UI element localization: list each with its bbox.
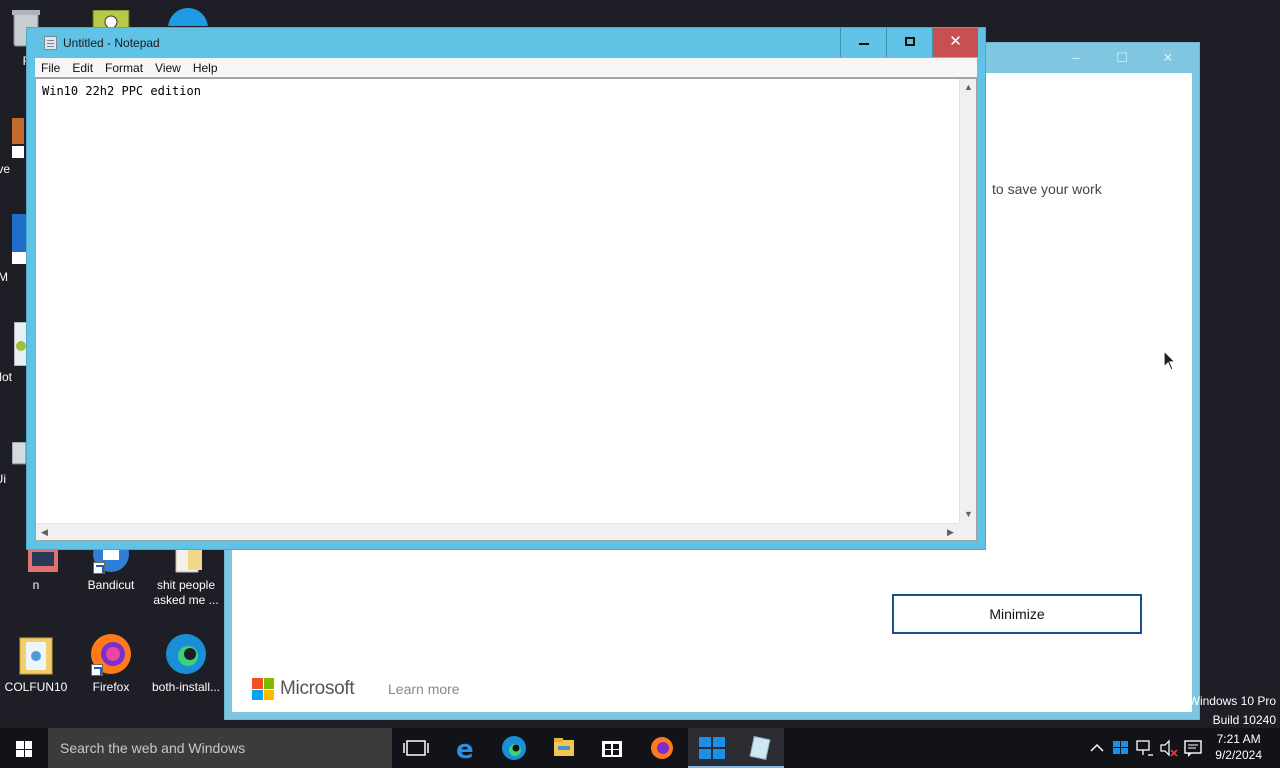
- monitor-icon: [11, 441, 27, 468]
- menu-format[interactable]: Format: [105, 61, 143, 75]
- action-center-icon: [1184, 740, 1202, 757]
- minimize-icon: [859, 43, 869, 45]
- task-view-button[interactable]: [392, 728, 440, 768]
- task-view-icon: [403, 740, 429, 756]
- tray-volume[interactable]: [1158, 728, 1180, 768]
- microsoft-logo: Microsoft: [252, 677, 355, 701]
- document-icon: [164, 547, 208, 574]
- maximize-button[interactable]: [886, 28, 932, 57]
- notepad-titlebar[interactable]: Untitled - Notepad ✕: [27, 28, 985, 58]
- desktop-icon-label: both-install...: [151, 680, 221, 694]
- notepad-icon: [749, 735, 771, 761]
- minimize-button[interactable]: Minimize: [892, 594, 1142, 634]
- edge-icon: [164, 632, 208, 676]
- tray-action-center[interactable]: [1182, 728, 1204, 768]
- taskbar-ie-edge[interactable]: e: [442, 728, 490, 768]
- scroll-down-icon[interactable]: ▼: [960, 506, 977, 523]
- taskbar-file-explorer[interactable]: [540, 728, 588, 768]
- save-work-text: to save your work: [992, 181, 1102, 197]
- store-icon: [602, 741, 622, 757]
- edge-icon: [502, 736, 526, 760]
- search-box[interactable]: Search the web and Windows: [48, 728, 392, 768]
- menu-edit[interactable]: Edit: [72, 61, 93, 75]
- firefox-icon: [89, 632, 133, 676]
- tray-windows-app[interactable]: [1110, 728, 1132, 768]
- folder-icon: [554, 738, 574, 756]
- svg-text:e: e: [456, 735, 474, 765]
- horizontal-scrollbar[interactable]: ◀ ▶: [36, 523, 959, 540]
- background-minimize-button[interactable]: ‒: [1053, 43, 1099, 73]
- chevron-up-icon: [1090, 743, 1104, 752]
- taskbar-store[interactable]: [588, 728, 636, 768]
- close-button[interactable]: ✕: [932, 28, 978, 57]
- desktop-icon-bandicut[interactable]: Bandicut: [73, 536, 149, 593]
- folder-icon: [14, 632, 58, 676]
- scroll-right-icon[interactable]: ▶: [942, 524, 959, 541]
- volume-muted-icon: [1160, 739, 1178, 757]
- minimize-button[interactable]: [840, 28, 886, 57]
- menu-help[interactable]: Help: [193, 61, 218, 75]
- taskbar-edge[interactable]: [490, 728, 538, 768]
- clock-date: 9/2/2024: [1215, 748, 1262, 762]
- microsoft-squares-icon: [252, 678, 274, 700]
- menu-file[interactable]: File: [41, 61, 60, 75]
- desktop-icon-label: n: [32, 578, 40, 592]
- windows-tiles-icon: [1113, 741, 1128, 754]
- tray-network[interactable]: [1134, 728, 1156, 768]
- scroll-up-icon[interactable]: ▲: [960, 79, 977, 96]
- windows-watermark-build: Build 10240: [1212, 713, 1276, 727]
- desktop-icon-both-install[interactable]: both-install...: [148, 632, 224, 695]
- desktop-icon-firefox[interactable]: Firefox: [73, 632, 149, 695]
- windows-logo-icon: [16, 741, 32, 757]
- mouse-cursor-icon: [1163, 349, 1177, 375]
- close-icon: ✕: [949, 33, 962, 50]
- desktop-icon-colfun10[interactable]: COLFUN10: [0, 632, 74, 695]
- notepad-window[interactable]: Untitled - Notepad ✕ File Edit Format Vi…: [26, 27, 986, 550]
- background-maximize-button[interactable]: ☐: [1099, 43, 1145, 73]
- bandicut-icon: [89, 536, 133, 574]
- background-close-button[interactable]: ✕: [1145, 43, 1191, 73]
- firefox-icon: [651, 737, 673, 759]
- notepad-icon: [44, 36, 57, 50]
- system-clock[interactable]: 7:21 AM 9/2/2024: [1215, 731, 1262, 763]
- vertical-scrollbar[interactable]: ▲ ▼: [959, 79, 976, 523]
- taskbar-notepad[interactable]: [736, 728, 784, 768]
- desktop-icon-label: COLFUN10: [4, 680, 68, 694]
- text-editor[interactable]: Win10 22h2 PPC edition ▲ ▼ ◀ ▶: [35, 78, 977, 541]
- scroll-left-icon[interactable]: ◀: [36, 524, 53, 541]
- windows-watermark-edition: Windows 10 Pro: [1188, 694, 1276, 708]
- windows-tiles-icon: [699, 737, 725, 759]
- desktop-icon-n[interactable]: n: [0, 548, 74, 593]
- desktop-icon-folder-doc[interactable]: shit people asked me ...: [148, 547, 224, 608]
- edge-legacy-icon: e: [456, 735, 474, 765]
- edge-icon: [166, 4, 210, 26]
- microsoft-wordmark: Microsoft: [280, 678, 355, 699]
- shortcut-icon: [12, 214, 26, 266]
- show-hidden-icons-button[interactable]: [1088, 728, 1106, 768]
- taskbar-firefox[interactable]: [638, 728, 686, 768]
- editor-content[interactable]: Win10 22h2 PPC edition: [42, 84, 201, 98]
- maximize-icon: [905, 37, 915, 46]
- app-icon: [14, 548, 58, 574]
- shortcut-icon: [12, 118, 24, 158]
- size-grip[interactable]: [959, 523, 976, 540]
- menu-bar: File Edit Format View Help: [35, 58, 977, 77]
- taskbar-installer-app[interactable]: [688, 728, 736, 768]
- learn-more-link[interactable]: Learn more: [388, 681, 460, 697]
- taskbar: Search the web and Windows e 7:21 AM 9/2…: [0, 728, 1280, 768]
- menu-view[interactable]: View: [155, 61, 181, 75]
- desktop-icon-label: Firefox: [92, 680, 130, 694]
- desktop-icon-label: shit people asked me ...: [153, 578, 219, 607]
- network-icon: [1136, 740, 1153, 756]
- clock-time: 7:21 AM: [1216, 732, 1261, 746]
- window-title: Untitled - Notepad: [63, 36, 160, 50]
- start-button[interactable]: [0, 728, 48, 768]
- desktop-icon-label: Bandicut: [87, 578, 135, 592]
